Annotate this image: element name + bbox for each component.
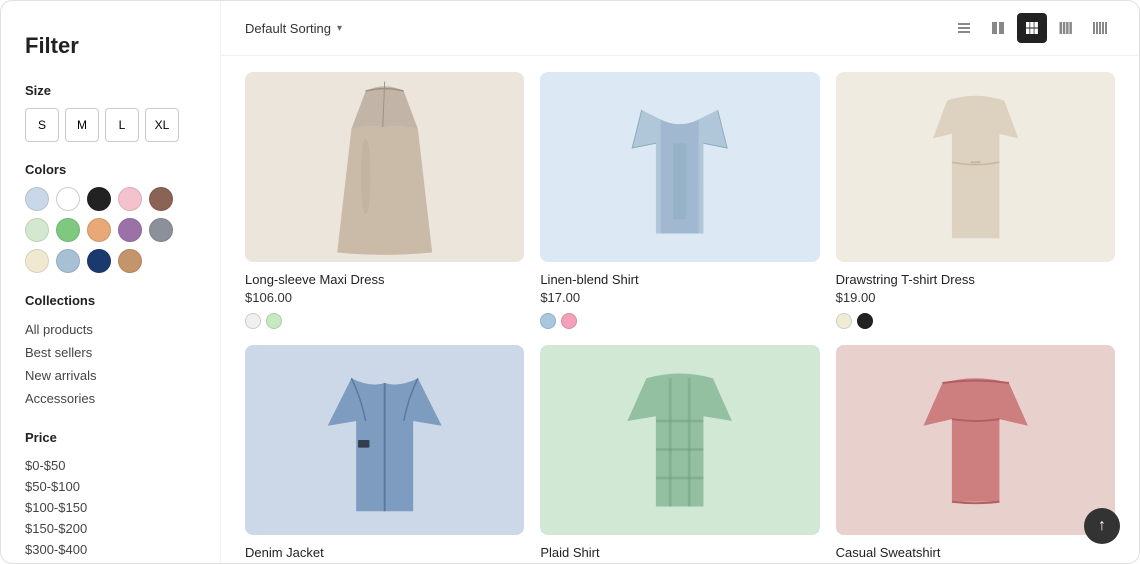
price-range-item[interactable]: $0-$50: [25, 455, 196, 476]
five-column-view-button[interactable]: [1085, 13, 1115, 43]
collection-item[interactable]: Accessories: [25, 387, 196, 410]
collection-list: All productsBest sellersNew arrivalsAcce…: [25, 318, 196, 410]
price-label: Price: [25, 430, 196, 445]
product-card[interactable]: Denim Jacket$45.00: [245, 345, 524, 563]
product-color-dot[interactable]: [836, 313, 852, 329]
scroll-to-top-button[interactable]: ↑: [1084, 508, 1120, 544]
size-button-xl[interactable]: XL: [145, 108, 179, 142]
collection-item[interactable]: All products: [25, 318, 196, 341]
color-swatch-13[interactable]: [118, 249, 142, 273]
main-content: Default Sorting ▾ Long-sleeve Maxi Dress…: [221, 1, 1139, 563]
product-name: Linen-blend Shirt: [540, 272, 819, 287]
product-name: Casual Sweatshirt: [836, 545, 1115, 560]
color-swatch-9[interactable]: [149, 218, 173, 242]
four-column-view-button[interactable]: [1051, 13, 1081, 43]
color-swatch-4[interactable]: [149, 187, 173, 211]
color-swatch-0[interactable]: [25, 187, 49, 211]
products-area: Long-sleeve Maxi Dress $106.00 Linen-blen…: [221, 56, 1139, 563]
arrow-up-icon: ↑: [1098, 517, 1106, 535]
view-buttons: [949, 13, 1115, 43]
sort-dropdown[interactable]: Default Sorting ▾: [245, 21, 342, 36]
chevron-down-icon: ▾: [337, 23, 342, 34]
product-image: [540, 345, 819, 535]
toolbar: Default Sorting ▾: [221, 1, 1139, 56]
color-swatch-6[interactable]: [56, 218, 80, 242]
product-color-options: [836, 313, 1115, 329]
product-color-options: [540, 313, 819, 329]
product-image: [540, 72, 819, 262]
color-swatch-8[interactable]: [118, 218, 142, 242]
product-color-dot[interactable]: [561, 313, 577, 329]
product-image: [836, 72, 1115, 262]
color-grid: [25, 187, 196, 273]
product-color-dot[interactable]: [266, 313, 282, 329]
two-column-view-button[interactable]: [983, 13, 1013, 43]
product-price: $19.00: [836, 290, 1115, 305]
product-color-dot[interactable]: [245, 313, 261, 329]
price-filter: Price $0-$50$50-$100$100-$150$150-$200$3…: [25, 430, 196, 560]
three-column-view-button[interactable]: [1017, 13, 1047, 43]
color-swatch-11[interactable]: [56, 249, 80, 273]
product-color-dot[interactable]: [857, 313, 873, 329]
size-button-s[interactable]: S: [25, 108, 59, 142]
price-list: $0-$50$50-$100$100-$150$150-$200$300-$40…: [25, 455, 196, 560]
color-swatch-12[interactable]: [87, 249, 111, 273]
product-color-options: [245, 313, 524, 329]
color-filter: Colors: [25, 162, 196, 273]
product-image: [836, 345, 1115, 535]
collection-item[interactable]: Best sellers: [25, 341, 196, 364]
collections-label: Collections: [25, 293, 196, 308]
size-button-m[interactable]: M: [65, 108, 99, 142]
product-card[interactable]: Casual Sweatshirt$35.00: [836, 345, 1115, 563]
product-card[interactable]: Drawstring T-shirt Dress $19.00: [836, 72, 1115, 329]
color-swatch-2[interactable]: [87, 187, 111, 211]
color-swatch-10[interactable]: [25, 249, 49, 273]
sidebar-title: Filter: [25, 33, 196, 59]
collections-filter: Collections All productsBest sellersNew …: [25, 293, 196, 410]
color-swatch-7[interactable]: [87, 218, 111, 242]
size-button-l[interactable]: L: [105, 108, 139, 142]
size-buttons: SMLXL: [25, 108, 196, 142]
product-price: $17.00: [540, 290, 819, 305]
price-range-item[interactable]: $150-$200: [25, 518, 196, 539]
product-card[interactable]: Linen-blend Shirt $17.00: [540, 72, 819, 329]
product-image: [245, 72, 524, 262]
sidebar: Filter Size SMLXL Colors Collections All…: [1, 1, 221, 563]
product-name: Plaid Shirt: [540, 545, 819, 560]
price-range-item[interactable]: $50-$100: [25, 476, 196, 497]
product-color-dot[interactable]: [540, 313, 556, 329]
product-name: Drawstring T-shirt Dress: [836, 272, 1115, 287]
size-label: Size: [25, 83, 196, 98]
product-name: Denim Jacket: [245, 545, 524, 560]
price-range-item[interactable]: $300-$400: [25, 539, 196, 560]
product-price: $106.00: [245, 290, 524, 305]
color-swatch-1[interactable]: [56, 187, 80, 211]
color-swatch-3[interactable]: [118, 187, 142, 211]
collection-item[interactable]: New arrivals: [25, 364, 196, 387]
sort-label: Default Sorting: [245, 21, 331, 36]
products-grid: Long-sleeve Maxi Dress $106.00 Linen-blen…: [245, 72, 1115, 563]
color-label: Colors: [25, 162, 196, 177]
color-swatch-5[interactable]: [25, 218, 49, 242]
list-view-button[interactable]: [949, 13, 979, 43]
size-filter: Size SMLXL: [25, 83, 196, 142]
product-card[interactable]: Long-sleeve Maxi Dress $106.00: [245, 72, 524, 329]
product-image: [245, 345, 524, 535]
price-range-item[interactable]: $100-$150: [25, 497, 196, 518]
product-card[interactable]: Plaid Shirt$28.00: [540, 345, 819, 563]
product-name: Long-sleeve Maxi Dress: [245, 272, 524, 287]
